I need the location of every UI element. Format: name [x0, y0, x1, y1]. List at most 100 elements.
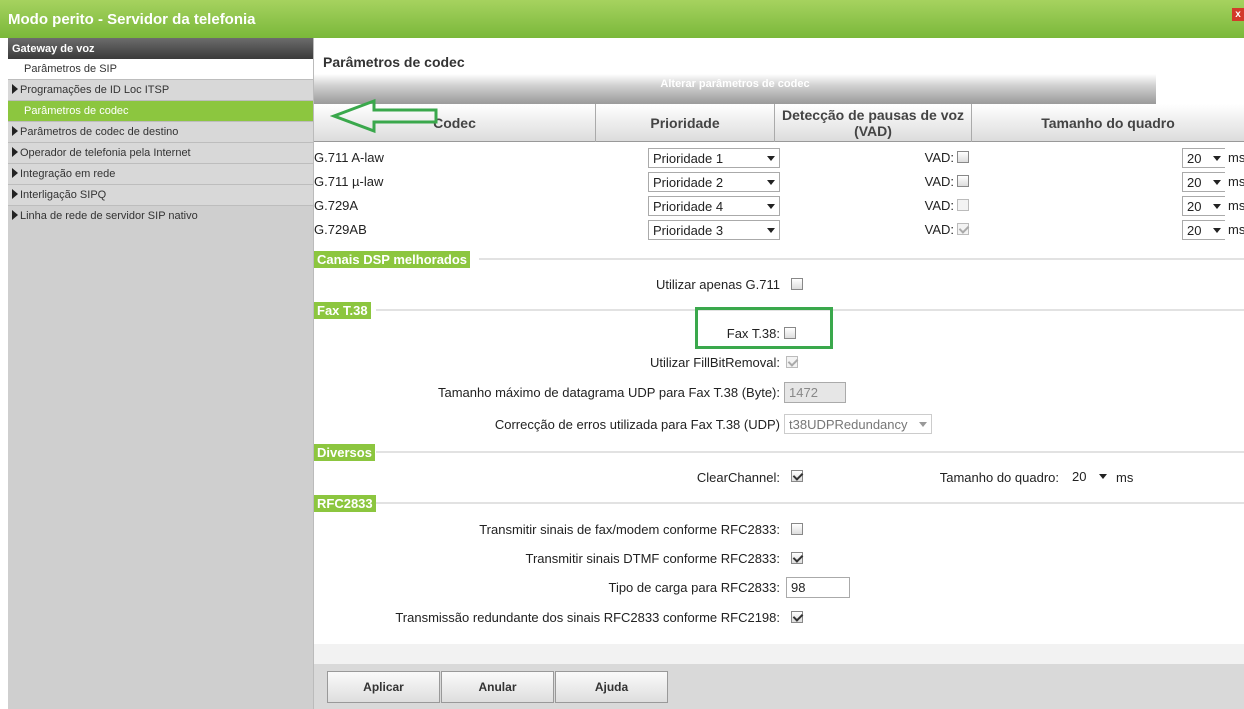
- section-subheader: Alterar parâmetros de codec: [314, 74, 1156, 104]
- vad-checkbox[interactable]: [957, 175, 969, 187]
- rfc-dtmf-label: Transmitir sinais DTMF conforme RFC2833:: [525, 551, 780, 566]
- sidebar-item-native-sip-trunk[interactable]: Linha de rede de servidor SIP nativo: [8, 206, 313, 227]
- frame-unit: ms: [1228, 150, 1244, 165]
- chevron-down-icon: [1213, 228, 1221, 233]
- close-icon[interactable]: x: [1232, 8, 1244, 21]
- sidebar-header[interactable]: Gateway de voz: [8, 38, 313, 59]
- chevron-down-icon: [1213, 180, 1221, 185]
- annotation-highlight-box: [695, 307, 833, 349]
- codec-name: G.711 µ-law: [314, 174, 384, 189]
- fillbit-checkbox[interactable]: [786, 356, 798, 368]
- udp-size-field[interactable]: 1472: [784, 382, 846, 403]
- frame-size-select[interactable]: 20: [1182, 196, 1225, 216]
- priority-select[interactable]: Prioridade 3: [648, 220, 780, 240]
- chevron-down-icon: [1099, 474, 1107, 479]
- sidebar-item-label: Programações de ID Loc ITSP: [20, 84, 170, 96]
- sidebar-item-itsp-caller-id[interactable]: Programações de ID Loc ITSP: [8, 80, 313, 101]
- section-divider: [479, 258, 1244, 260]
- frame-size-value: 20: [1072, 469, 1087, 484]
- only-g711-checkbox[interactable]: [791, 278, 803, 290]
- sidebar-item-networking[interactable]: Integração em rede: [8, 164, 313, 185]
- sidebar-item-label: Parâmetros de codec: [24, 105, 129, 117]
- priority-value: Prioridade 3: [653, 223, 724, 238]
- sidebar-item-sipq[interactable]: Interligação SIPQ: [8, 185, 313, 206]
- priority-value: Prioridade 2: [653, 175, 724, 190]
- error-correction-value: t38UDPRedundancy: [789, 417, 908, 432]
- rfc-payload-label: Tipo de carga para RFC2833:: [608, 580, 780, 595]
- frame-unit: ms: [1228, 222, 1244, 237]
- priority-select[interactable]: Prioridade 1: [648, 148, 780, 168]
- chevron-down-icon: [1213, 204, 1221, 209]
- vad-label: VAD:: [924, 198, 954, 213]
- vad-label: VAD:: [924, 174, 954, 189]
- chevron-down-icon: [919, 422, 927, 427]
- frame-size-select[interactable]: 20: [1182, 172, 1225, 192]
- frame-size-value: 20: [1187, 199, 1202, 214]
- frame-unit: ms: [1228, 198, 1244, 213]
- section-title: Fax T.38: [314, 302, 371, 319]
- priority-select[interactable]: Prioridade 2: [648, 172, 780, 192]
- window-titlebar: Modo perito - Servidor da telefonia x: [0, 0, 1244, 38]
- help-button[interactable]: Ajuda: [555, 671, 668, 703]
- table-row: G.711 A-law Prioridade 1 VAD: 20 ms: [314, 146, 1244, 170]
- expand-triangle-icon[interactable]: [12, 189, 18, 199]
- column-header-priority: Prioridade: [596, 104, 775, 142]
- rfc-fax-modem-label: Transmitir sinais de fax/modem conforme …: [479, 522, 780, 537]
- error-correction-label: Correcção de erros utilizada para Fax T.…: [494, 417, 780, 432]
- sidebar-item-label: Linha de rede de servidor SIP nativo: [20, 210, 198, 222]
- priority-select[interactable]: Prioridade 4: [648, 196, 780, 216]
- dsp-section: Canais DSP melhorados Utilizar apenas G.…: [314, 251, 1244, 299]
- misc-section: Diversos ClearChannel: Tamanho do quadro…: [314, 444, 1244, 492]
- sidebar-item-label: Parâmetros de codec de destino: [20, 126, 179, 138]
- expand-triangle-icon[interactable]: [12, 84, 18, 94]
- rfc-dtmf-checkbox[interactable]: [791, 552, 803, 564]
- expand-triangle-icon[interactable]: [12, 168, 18, 178]
- frame-size-select[interactable]: 20: [1182, 220, 1225, 240]
- frame-size-value: 20: [1187, 223, 1202, 238]
- expand-triangle-icon[interactable]: [12, 210, 18, 220]
- chevron-down-icon: [767, 204, 775, 209]
- table-row: G.729AB Prioridade 3 VAD: 20 ms: [314, 218, 1244, 242]
- sidebar-item-sip-params[interactable]: Parâmetros de SIP: [8, 59, 313, 80]
- sidebar: Gateway de voz Parâmetros de SIP Program…: [8, 38, 314, 709]
- section-title: RFC2833: [314, 495, 376, 512]
- sidebar-item-label: Interligação SIPQ: [20, 189, 107, 201]
- section-divider: [376, 451, 1244, 453]
- vad-checkbox[interactable]: [957, 151, 969, 163]
- vad-checkbox[interactable]: [957, 199, 969, 211]
- fillbit-label: Utilizar FillBitRemoval:: [649, 355, 780, 370]
- footer-spacer: [314, 644, 1244, 664]
- clearchannel-checkbox[interactable]: [791, 470, 803, 482]
- error-correction-select[interactable]: t38UDPRedundancy: [784, 414, 932, 434]
- annotation-arrow-icon: [330, 98, 438, 134]
- vad-label: VAD:: [924, 222, 954, 237]
- apply-button[interactable]: Aplicar: [327, 671, 440, 703]
- table-row: G.711 µ-law Prioridade 2 VAD: 20 ms: [314, 170, 1244, 194]
- expand-triangle-icon[interactable]: [12, 126, 18, 136]
- vad-checkbox[interactable]: [957, 223, 969, 235]
- codec-name: G.711 A-law: [314, 150, 384, 165]
- rfc-fax-modem-checkbox[interactable]: [791, 523, 803, 535]
- column-header-frame-size: Tamanho do quadro: [1041, 115, 1175, 131]
- clearchannel-label: ClearChannel:: [696, 470, 780, 485]
- sidebar-item-label: Integração em rede: [20, 168, 116, 180]
- frame-size-value: 20: [1187, 175, 1202, 190]
- subheader-spacer: [1156, 74, 1244, 104]
- sidebar-item-codec-params[interactable]: Parâmetros de codec: [8, 101, 313, 122]
- rfc-redundant-checkbox[interactable]: [791, 611, 803, 623]
- chevron-down-icon: [767, 180, 775, 185]
- main-content: Parâmetros de codec Alterar parâmetros d…: [314, 38, 1244, 709]
- sidebar-item-internet-telephony-provider[interactable]: Operador de telefonia pela Internet: [8, 143, 313, 164]
- section-title: Diversos: [314, 444, 375, 461]
- cancel-button[interactable]: Anular: [441, 671, 554, 703]
- codec-name: G.729A: [314, 198, 359, 213]
- frame-size-select[interactable]: 20: [1182, 148, 1225, 168]
- expand-triangle-icon[interactable]: [12, 147, 18, 157]
- rfc-payload-field[interactable]: 98: [786, 577, 850, 598]
- table-row: G.729A Prioridade 4 VAD: 20 ms: [314, 194, 1244, 218]
- sidebar-item-dest-codec-params[interactable]: Parâmetros de codec de destino: [8, 122, 313, 143]
- misc-frame-size-select[interactable]: 20: [1068, 467, 1111, 487]
- frame-size-value: 20: [1187, 151, 1202, 166]
- window-title: Modo perito - Servidor da telefonia: [8, 11, 256, 28]
- priority-value: Prioridade 4: [653, 199, 724, 214]
